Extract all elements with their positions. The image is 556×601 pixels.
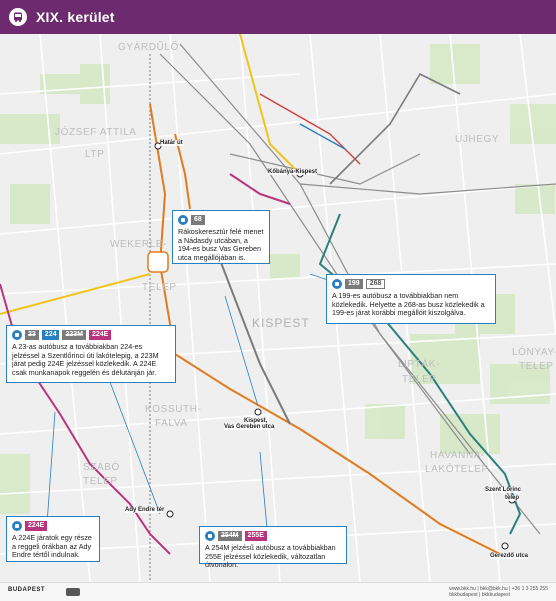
info-bus-icon [205, 531, 215, 541]
district-liptak-telep: TELEP [402, 374, 437, 385]
route-badge-224e-2: 224E [25, 521, 48, 531]
district-ujhegy: ÚJHEGY [455, 134, 500, 145]
district-falva: FALVA [155, 418, 188, 429]
wekerle-square [147, 251, 169, 273]
district-kispest: KISPEST [252, 316, 310, 330]
route-badge-255e: 255E [244, 531, 267, 541]
route-badge-68: 68 [191, 215, 205, 225]
info-bus-icon [12, 330, 22, 340]
district-wekerle: WEKERLE- [110, 239, 168, 250]
info-box-224e-header: 224E [12, 521, 94, 531]
page-footer: BUDAPEST www.bkk.hu | bkk@bkk.hu | +36 1… [0, 582, 556, 601]
bkk-logo [66, 588, 80, 596]
page-title: XIX. kerület [36, 9, 115, 25]
stop-ady-endre-ter[interactable]: Ady Endre tér [125, 507, 165, 513]
route-badge-224: 224 [41, 330, 60, 340]
info-bus-icon [12, 521, 22, 531]
footer-contact: www.bkk.hu | bkk@bkk.hu | +36 1 3 255 25… [449, 586, 548, 598]
info-box-254m-header: 254M 255E [205, 531, 341, 541]
route-badge-199: 199 [345, 279, 363, 289]
stop-hatar-ut[interactable]: Határ út [160, 140, 183, 146]
info-box-254m-text: A 254M jelzésű autóbusz a továbbiakban 2… [205, 543, 336, 570]
route-badge-254m: 254M [218, 531, 242, 541]
district-liptak: LIPTÁK- [398, 359, 440, 370]
info-box-23: 23 224 223M 224E A 23-as autóbusz a tová… [6, 325, 176, 383]
info-box-254m: 254M 255E A 254M jelzésű autóbusz a tová… [199, 526, 347, 569]
route-badge-268: 268 [365, 279, 386, 289]
stop-kispest-vas-gereben-2[interactable]: Vas Gereben utca [224, 424, 275, 430]
info-box-68-text: Rákoskeresztúr felé menet a Nádasdy utcá… [178, 227, 264, 262]
info-box-224e: 224E A 224E járatok egy része a reggeli … [6, 516, 100, 562]
district-lonyay-telep: TELEP [519, 361, 554, 372]
district-telep: TELEP [142, 282, 177, 293]
stop-kobanya-kispest[interactable]: Kőbánya-Kispest [268, 169, 318, 175]
info-bus-icon [332, 279, 342, 289]
district-szabo: SZABÓ [83, 462, 120, 473]
page-header: XIX. kerület [0, 0, 556, 34]
budapest-logo: BUDAPEST [8, 587, 46, 593]
info-box-199-header: 199 268 [332, 279, 490, 289]
route-badge-224e: 224E [89, 330, 112, 340]
route-badge-223m: 223M [62, 330, 86, 340]
bus-icon [9, 8, 27, 26]
stop-szent-lorinc-1[interactable]: Szent Lőrinc [485, 487, 522, 493]
info-box-224e-text: A 224E járatok egy része a reggeli órákb… [12, 533, 92, 560]
footer-social[interactable]: bkkbudapest | bkkbudapest [449, 592, 548, 598]
district-map[interactable]: GYÁRDŰLŐ JÓZSEF ATTILA LTP ÚJHEGY WEKERL… [0, 33, 556, 583]
info-box-68-header: 68 [178, 215, 264, 225]
stop-szent-lorinc-2[interactable]: telep [505, 495, 520, 501]
info-box-199: 199 268 A 199-es autóbusz a továbbiakban… [326, 274, 496, 324]
stop-gerezdo-utca[interactable]: Gerezdő utca [490, 553, 529, 559]
district-ltp: LTP [85, 149, 105, 160]
district-szabo-telep: TELEP [83, 476, 118, 487]
info-box-68: 68 Rákoskeresztúr felé menet a Nádasdy u… [172, 210, 270, 264]
info-box-199-text: A 199-es autóbusz a továbbiakban nem köz… [332, 291, 485, 318]
district-lonyay: LÓNYAY- [512, 347, 556, 358]
info-box-23-text: A 23-as autóbusz a továbbiakban 224-es j… [12, 342, 159, 377]
district-havanna: HAVANNA- [430, 450, 485, 461]
info-bus-icon [178, 215, 188, 225]
route-badge-23: 23 [25, 330, 39, 340]
district-kossuth: KOSSUTH- [145, 404, 202, 415]
district-jozsef-attila: JÓZSEF ATTILA [55, 127, 137, 138]
district-lakotelep: LAKÓTELEP [425, 464, 489, 475]
info-box-23-header: 23 224 223M 224E [12, 330, 170, 340]
district-gyardulo: GYÁRDŰLŐ [118, 42, 179, 53]
